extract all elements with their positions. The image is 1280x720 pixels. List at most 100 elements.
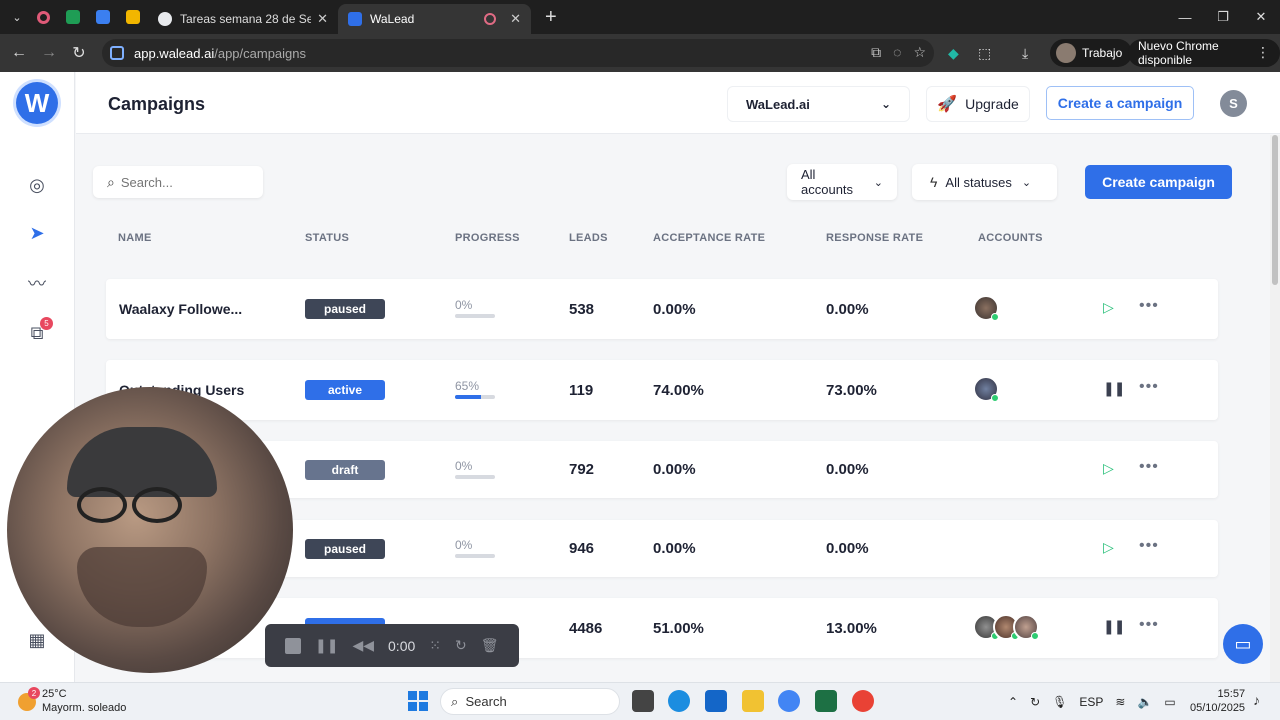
search-box[interactable]: ⌕ [93,166,263,198]
pinned-tab-sheets[interactable] [58,4,88,30]
maximize-icon[interactable]: ❐ [1204,0,1242,34]
cap-shape [67,427,217,497]
progress-indicator: 0% [455,459,495,479]
restart-icon[interactable]: ↻ [455,637,467,654]
tab-search-chevron-icon[interactable]: ⌄ [6,6,28,28]
chat-support-button[interactable]: ▭ [1223,624,1263,664]
pinned-tab-recorder[interactable] [28,4,58,30]
browser-menu-icon[interactable]: ⋮ [1256,44,1270,61]
analytics-nav-icon[interactable]: 〰 [24,270,50,296]
download-icon[interactable]: ⤓ [1022,40,1028,66]
calendar-nav-icon[interactable]: ▦ [24,627,50,653]
back-icon[interactable]: ← [4,44,34,62]
wifi-icon[interactable]: ≋ [1115,695,1125,709]
notifications-bell-icon[interactable]: ♪ [1253,692,1260,708]
close-window-icon[interactable]: ✕ [1242,0,1280,34]
create-a-campaign-button[interactable]: Create a campaign [1046,86,1194,120]
pause-icon[interactable]: ❚❚ [1103,618,1125,635]
campaign-name[interactable]: Waalaxy Followe... [119,279,242,339]
glasses-left [77,487,127,523]
rewind-icon[interactable]: ◀◀ [352,637,374,654]
account-avatar[interactable] [1013,614,1039,640]
accounts-filter[interactable]: All accounts ⌄ [787,164,897,200]
minimize-icon[interactable]: — [1166,0,1204,34]
more-options-icon[interactable]: ••• [1139,378,1159,396]
weather-widget[interactable]: 2 25°C Mayorm. soleado [18,687,126,715]
more-options-icon[interactable]: ••• [1139,616,1159,634]
more-options-icon[interactable]: ••• [1139,297,1159,315]
workspace-select[interactable]: WaLead.ai ⌄ [727,86,910,122]
more-options-icon[interactable]: ••• [1139,537,1159,555]
chevron-up-icon[interactable]: ⌃ [1008,695,1018,709]
task-view-icon[interactable] [632,690,654,712]
column-header-status[interactable]: STATUS [305,232,349,244]
table-row[interactable]: Outstanding Users active 65% 119 74.00% … [106,360,1218,420]
chrome-icon[interactable] [778,690,800,712]
star-icon[interactable]: ☆ [913,44,926,61]
play-icon[interactable]: ▷ [1103,539,1114,556]
windows-start-icon[interactable] [408,691,428,711]
outlook-icon[interactable] [705,690,727,712]
file-explorer-icon[interactable] [742,690,764,712]
reload-icon[interactable]: ↻ [64,43,94,63]
translate-icon[interactable]: ⧉ [871,44,881,61]
page-scrollbar[interactable] [1270,135,1280,682]
delete-icon[interactable]: 🗑 [481,637,499,654]
tab-walead[interactable]: WaLead ✕ [338,4,531,34]
new-tab-button[interactable]: + [545,6,557,29]
extension-icon[interactable]: ◆ [948,40,959,66]
close-icon[interactable]: ✕ [510,11,521,27]
column-header-progress[interactable]: PROGRESS [455,232,520,244]
grid-icon[interactable]: ⁙ [429,637,441,654]
chevron-down-icon: ⌄ [880,97,891,111]
eye-off-icon[interactable]: ◌ [893,44,901,61]
close-icon[interactable]: ✕ [317,11,328,27]
pause-icon[interactable]: ❚❚ [1103,380,1125,397]
pinned-tab-docs[interactable] [88,4,118,30]
sync-icon[interactable]: ↻ [1030,695,1040,709]
chrome-profile-icon[interactable] [852,690,874,712]
excel-icon[interactable] [815,690,837,712]
account-avatar[interactable] [973,376,999,402]
user-avatar[interactable]: S [1220,90,1247,117]
pause-icon[interactable]: ❚❚ [315,637,338,654]
pinned-tab-app[interactable] [118,4,148,30]
column-header-leads[interactable]: LEADS [569,232,608,244]
scrollbar-thumb[interactable] [1272,135,1278,285]
more-options-icon[interactable]: ••• [1139,458,1159,476]
clock[interactable]: 15:57 05/10/2025 [1190,687,1245,715]
create-campaign-button[interactable]: Create campaign [1085,165,1232,199]
stop-icon[interactable] [285,637,301,654]
walead-logo[interactable]: W [16,82,58,124]
search-input[interactable] [120,174,241,190]
volume-icon[interactable]: 🔈 [1137,695,1152,709]
response-rate: 73.00% [826,381,877,399]
url-path: /app/campaigns [214,45,307,61]
account-avatar[interactable] [973,295,999,321]
battery-icon[interactable]: ▭ [1164,695,1175,709]
address-bar[interactable]: app.walead.ai/app/campaigns ⧉ ◌ ☆ [102,39,934,67]
language-indicator[interactable]: ESP [1079,695,1103,709]
taskbar-search[interactable]: ⌕ Search [440,688,620,715]
column-header-response-rate[interactable]: RESPONSE RATE [826,232,923,244]
upgrade-button[interactable]: 🚀 Upgrade [926,86,1030,122]
glasses-right [132,487,182,523]
play-icon[interactable]: ▷ [1103,299,1114,316]
profile-button[interactable]: Trabajo [1050,39,1133,67]
tab-tareas[interactable]: Tareas semana 28 de Septiemb ✕ [148,4,338,34]
column-header-name[interactable]: NAME [118,232,152,244]
column-header-acceptance-rate[interactable]: ACCEPTANCE RATE [653,232,765,244]
microphone-icon[interactable]: 🎙 [1052,695,1067,709]
status-badge: active [305,380,385,400]
edge-icon[interactable] [668,690,690,712]
recording-indicator-icon [484,13,497,25]
site-info-icon[interactable] [110,46,124,60]
statuses-filter[interactable]: ϟ All statuses ⌄ [912,164,1057,200]
profile-nav-icon[interactable]: ◎ [24,172,50,198]
campaigns-nav-icon[interactable]: ➤ [24,220,50,246]
table-row[interactable]: Waalaxy Followe... paused 0% 538 0.00% 0… [106,279,1218,339]
column-header-accounts[interactable]: ACCOUNTS [978,232,1043,244]
extensions-puzzle-icon[interactable]: ⬚ [978,40,991,66]
forward-icon[interactable]: → [34,44,64,62]
play-icon[interactable]: ▷ [1103,460,1114,477]
